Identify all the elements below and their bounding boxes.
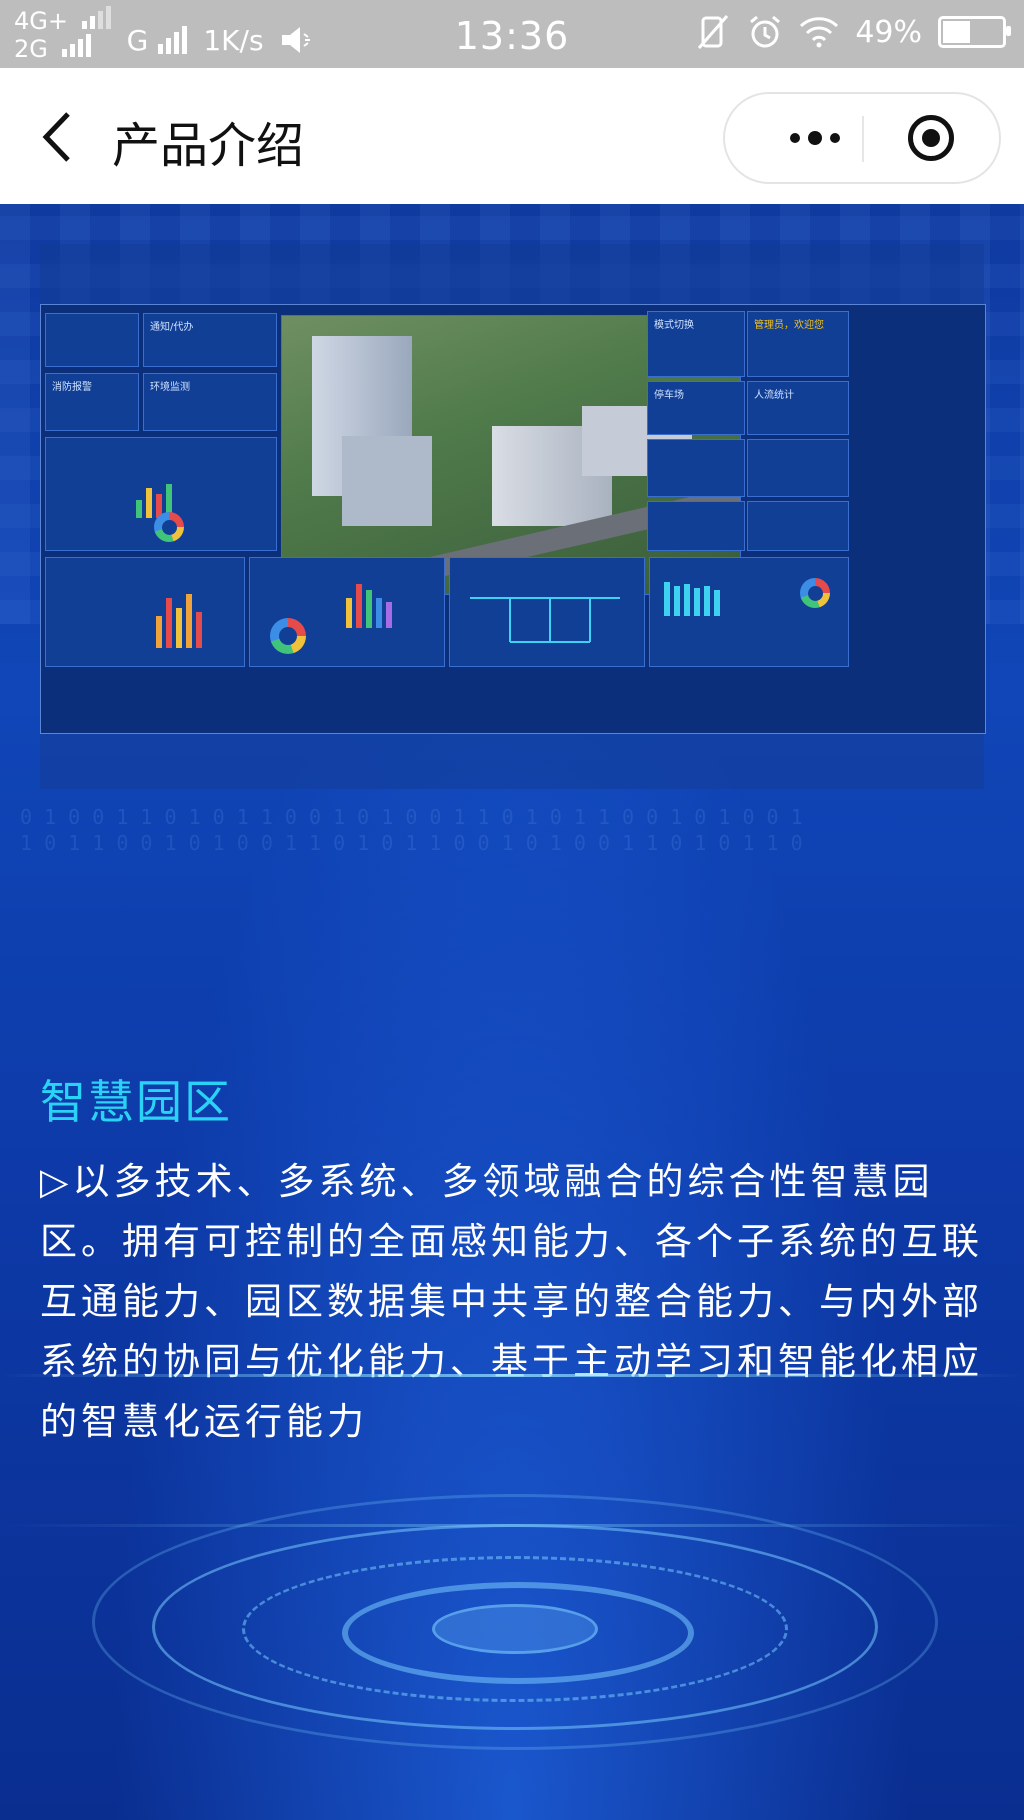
panel-title-fire-alarm: 消防报警 [52, 382, 92, 393]
pipe-diagram [470, 597, 620, 643]
section-description: ▷以多技术、多系统、多领域融合的综合性智慧园区。拥有可控制的全面感知能力、各个子… [40, 1160, 983, 1443]
status-right: 49% [695, 14, 1011, 50]
mini-donut-chart [800, 578, 830, 608]
close-target-icon[interactable] [908, 115, 954, 161]
panel-title-mode-switch: 模式切换 [654, 320, 694, 331]
glow-line [0, 1374, 1024, 1377]
mini-program-capsule [723, 92, 1001, 184]
dashboard-panel [45, 313, 139, 367]
battery-percent: 49% [855, 14, 922, 50]
mini-bar-chart [156, 588, 202, 648]
panel-title-people-stats: 人流统计 [754, 390, 794, 401]
dashboard-panel: 消防报警 [45, 373, 139, 431]
dashboard-illustration: 通知/代办 消防报警 环境监测 模式切换 管理员，欢迎您 停车场 人流统计 [40, 304, 986, 734]
panel-title-parking: 停车场 [654, 390, 684, 401]
dashboard-panel [647, 501, 745, 551]
capsule-divider [862, 116, 864, 162]
dashboard-panel [249, 557, 445, 667]
building-annex [342, 436, 432, 526]
more-dot-icon [790, 133, 800, 143]
wifi-icon [800, 17, 839, 48]
more-dot-icon [808, 131, 822, 145]
dashboard-panel [449, 557, 645, 667]
section-heading: 智慧园区 [40, 1075, 232, 1129]
panel-title-env-monitor: 环境监测 [150, 382, 190, 393]
page-title: 产品介绍 [112, 118, 305, 174]
mini-donut-chart [154, 512, 184, 542]
dashboard-panel: 环境监测 [143, 373, 277, 431]
dashboard-panel: 人流统计 [747, 381, 849, 435]
dashboard-panel [647, 439, 745, 497]
dashboard-panel [45, 557, 245, 667]
dashboard-panel: 管理员，欢迎您 [747, 311, 849, 377]
dashboard-panel [649, 557, 849, 667]
product-image: 通知/代办 消防报警 环境监测 模式切换 管理员，欢迎您 停车场 人流统计 [40, 244, 986, 789]
back-arrow-icon[interactable] [38, 110, 78, 164]
alarm-icon [750, 15, 781, 48]
dashboard-panel [747, 439, 849, 497]
battery-icon [938, 16, 1011, 48]
dashboard-panel [747, 501, 849, 551]
panel-title-notice: 通知/代办 [150, 322, 194, 333]
content-area: 0 1 0 0 1 1 0 1 0 1 1 0 0 1 0 1 0 0 1 1 … [0, 204, 1024, 1820]
status-bar: 4G+ 2G G 1K/s 13:36 49% [0, 0, 1024, 68]
background-binary-pattern: 0 1 0 0 1 1 0 1 0 1 1 0 0 1 0 1 0 0 1 1 … [20, 805, 803, 855]
mini-bar-chart [664, 576, 720, 616]
vibrate-off-icon [698, 15, 729, 49]
more-dot-icon [830, 133, 840, 143]
dashboard-panel [45, 437, 277, 551]
dashboard-panel: 通知/代办 [143, 313, 277, 367]
dashboard-panel: 停车场 [647, 381, 745, 435]
nav-bar: 产品介绍 [0, 68, 1024, 204]
decor-ring [432, 1604, 598, 1654]
panel-title-admin: 管理员，欢迎您 [754, 320, 824, 331]
mini-bar-chart [346, 578, 392, 628]
more-button[interactable] [765, 94, 865, 182]
mini-donut-chart [270, 618, 306, 654]
dashboard-panel: 模式切换 [647, 311, 745, 377]
battery-fill [943, 21, 971, 43]
